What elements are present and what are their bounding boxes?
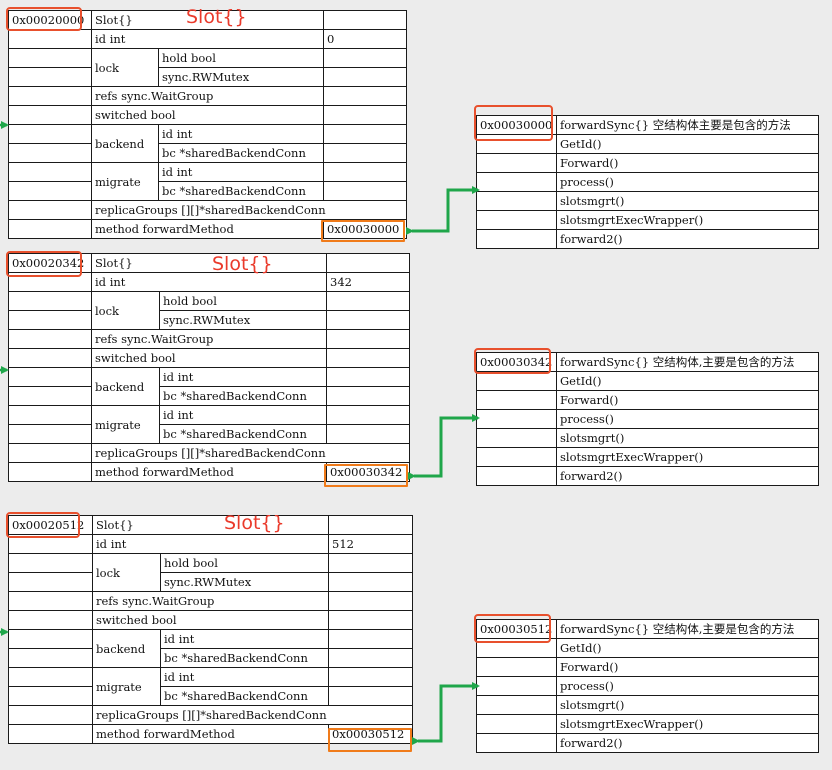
- method-forward2: forward2(): [556, 733, 819, 753]
- field-method-value: 0x00030512: [328, 724, 414, 744]
- slot-group-2: 0x00020512 Slot{} id int 512 lock hold b…: [0, 0, 832, 770]
- method-getid: GetId(): [556, 638, 819, 658]
- field-lock-hold: hold bool: [159, 553, 330, 573]
- method-slotsmgrt: slotsmgrt(): [556, 695, 819, 715]
- method-slotsmgrt-exec-wrapper: slotsmgrtExecWrapper(): [556, 714, 819, 734]
- field-lock-mutex: sync.RWMutex: [159, 572, 330, 592]
- slot-address: 0x00020512: [8, 515, 93, 535]
- field-refs: refs sync.WaitGroup: [91, 591, 330, 611]
- field-id-value: 512: [328, 534, 414, 554]
- forward-sync-address: 0x00030512: [476, 619, 557, 639]
- forward-sync-title: forwardSync{} 空结构体,主要是包含的方法: [556, 619, 819, 639]
- field-backend-id: id int: [159, 629, 330, 649]
- field-backend-label: backend: [92, 629, 161, 668]
- slot-label: Slot{}: [224, 512, 285, 534]
- field-backend-bc: bc *sharedBackendConn: [159, 648, 330, 668]
- field-migrate-bc: bc *sharedBackendConn: [159, 686, 330, 706]
- field-id: id int: [91, 534, 330, 554]
- field-migrate-id: id int: [159, 667, 330, 687]
- method-forward: Forward(): [556, 657, 819, 677]
- field-replica-groups: replicaGroups [][]*sharedBackendConn: [91, 705, 414, 725]
- field-switched: switched bool: [91, 610, 330, 630]
- method-process: process(): [556, 676, 819, 696]
- forward-sync-table: 0x00030512 forwardSync{} 空结构体,主要是包含的方法 G…: [476, 619, 819, 753]
- field-migrate-label: migrate: [92, 667, 161, 706]
- field-method: method forwardMethod: [91, 724, 330, 744]
- field-lock-label: lock: [92, 553, 161, 592]
- slot-title: Slot{}: [91, 515, 330, 535]
- slot-struct-table: 0x00020512 Slot{} id int 512 lock hold b…: [8, 515, 414, 744]
